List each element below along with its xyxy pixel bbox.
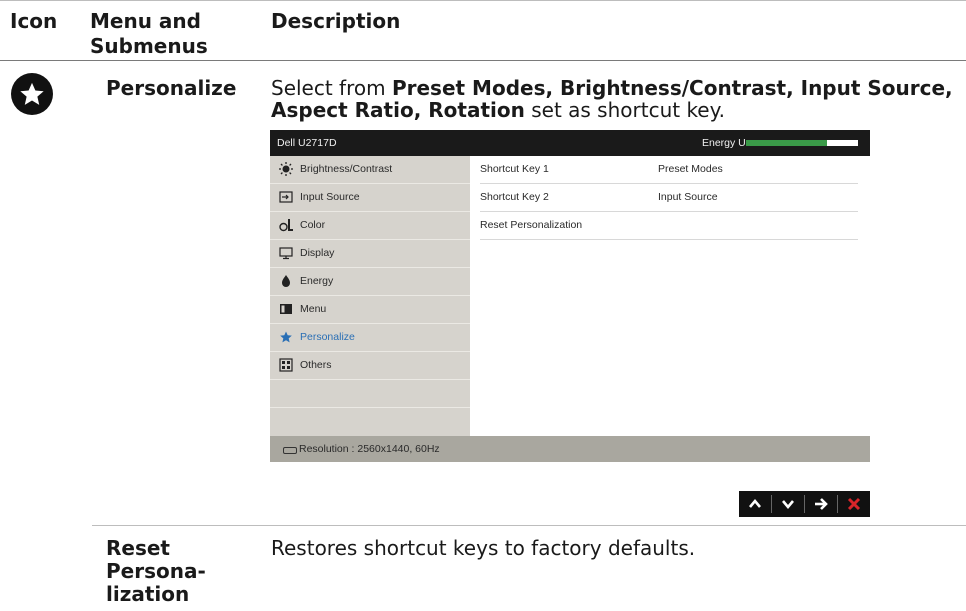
osd-screenshot: Dell U2717D Energy Use Brightness/Contra… [270, 130, 870, 462]
right-button[interactable] [805, 491, 837, 517]
osd-title: Dell U2717D [277, 137, 337, 149]
osd-menu-input-source[interactable]: Input Source [270, 184, 470, 212]
input-source-icon [279, 191, 293, 203]
osd-settings: Shortcut Key 1 Preset Modes Shortcut Key… [470, 156, 870, 436]
osd-menu-energy[interactable]: Energy [270, 268, 470, 296]
energy-use-meter [746, 140, 858, 146]
header-rule [0, 60, 966, 61]
row-divider [92, 525, 966, 526]
star-icon [280, 331, 292, 343]
osd-menu-display[interactable]: Display [270, 240, 470, 268]
energy-icon [282, 275, 290, 287]
osd-menu-menu[interactable]: Menu [270, 296, 470, 324]
resolution-text: Resolution : 2560x1440, 60Hz [299, 443, 440, 455]
up-button[interactable] [739, 491, 771, 517]
shortcut-key-1-row[interactable]: Shortcut Key 1 Preset Modes [480, 156, 858, 184]
color-icon [279, 219, 293, 232]
brightness-icon [279, 162, 293, 176]
shortcut-key-2-row[interactable]: Shortcut Key 2 Input Source [480, 184, 858, 212]
star-icon [11, 73, 53, 115]
header-description: Description [271, 9, 401, 33]
osd-navigation-buttons [739, 491, 870, 517]
close-icon [847, 497, 861, 511]
menu-item-reset-personalization: Reset Persona- lization [106, 536, 206, 606]
osd-footer: Resolution : 2560x1440, 60Hz [270, 436, 870, 462]
top-rule [0, 0, 966, 1]
osd-menu-brightness[interactable]: Brightness/Contrast [270, 156, 470, 184]
menu-item-personalize: Personalize [106, 76, 237, 100]
osd-menu: Brightness/Contrast Input Source Color D… [270, 156, 470, 436]
close-button[interactable] [838, 491, 870, 517]
display-icon [279, 247, 293, 260]
menu-icon [280, 304, 292, 314]
right-arrow-icon [815, 498, 828, 510]
down-icon [782, 500, 794, 510]
osd-menu-others[interactable]: Others [270, 352, 470, 380]
reset-personalization-row[interactable]: Reset Personalization [480, 212, 858, 240]
reset-description: Restores shortcut keys to factory defaul… [271, 536, 696, 560]
osd-menu-color[interactable]: Color [270, 212, 470, 240]
energy-use-fill [746, 140, 827, 146]
resolution-icon [283, 447, 297, 454]
header-icon: Icon [10, 9, 58, 33]
personalize-description: Select from Preset Modes, Brightness/Con… [271, 76, 953, 122]
osd-menu-personalize[interactable]: Personalize [270, 324, 470, 352]
up-icon [749, 498, 761, 508]
header-menu: Menu and Submenus [90, 9, 208, 58]
osd-header: Dell U2717D Energy Use [270, 130, 870, 156]
osd-menu-empty [270, 380, 470, 408]
others-icon [279, 358, 293, 372]
down-button[interactable] [772, 491, 804, 517]
